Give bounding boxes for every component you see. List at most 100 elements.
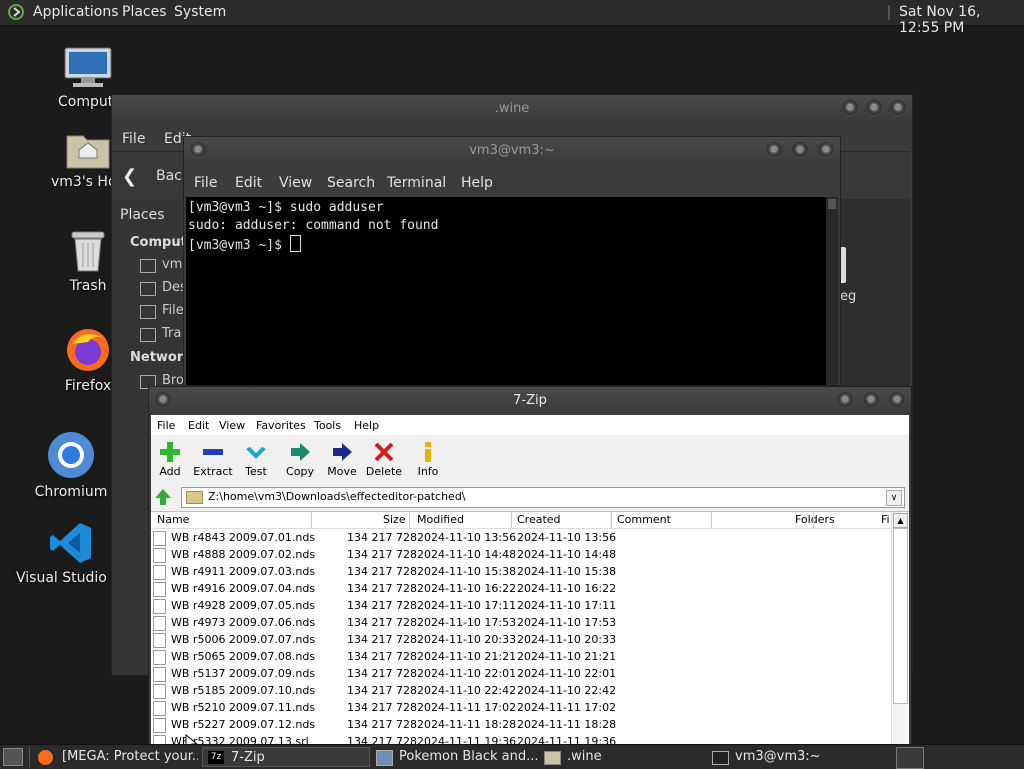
table-row[interactable]: WB r4916 2009.07.04.nds 134 217 728 2024-1… — [151, 580, 891, 597]
sevenzip-titlebar[interactable]: 7-Zip — [149, 387, 911, 415]
system-menu[interactable]: System — [174, 4, 226, 20]
terminal-output[interactable]: [vm3@vm3 ~]$ sudo adduser sudo: adduser:… — [186, 197, 826, 385]
task-terminal[interactable]: vm3@vm3:~ — [710, 747, 880, 767]
test-button[interactable]: Test — [231, 441, 281, 478]
chevron-down-icon[interactable]: ∨ — [886, 490, 902, 506]
places-menu[interactable]: Places — [122, 4, 167, 20]
applications-menu[interactable]: Applications — [33, 4, 119, 20]
column-name[interactable]: Name — [157, 512, 189, 528]
task-sevenzip[interactable]: 7z 7-Zip — [202, 747, 370, 767]
cell-modified: 2024-11-10 16:22 — [417, 582, 517, 595]
wine-window-titlebar[interactable]: .wine — [112, 95, 912, 123]
column-folders[interactable]: Folders — [795, 512, 835, 528]
menu-file[interactable]: File — [157, 419, 175, 432]
table-row[interactable]: WB r5210 2009.07.11.nds 134 217 728 2024-1… — [151, 699, 891, 716]
table-row[interactable]: WB r4888 2009.07.02.nds 134 217 728 2024-1… — [151, 546, 891, 563]
delete-button[interactable]: Delete — [359, 441, 409, 478]
terminal-scrollbar[interactable] — [826, 197, 838, 385]
maximize-button[interactable] — [863, 392, 879, 408]
menu-terminal[interactable]: Terminal — [387, 175, 446, 191]
menu-edit[interactable]: Edit — [188, 419, 209, 432]
menu-tools[interactable]: Tools — [314, 419, 341, 432]
table-row[interactable]: WB r5006 2009.07.07.nds 134 217 728 2024-1… — [151, 631, 891, 648]
file-item-label[interactable]: eg — [840, 289, 856, 304]
path-text[interactable]: Z:\home\vm3\Downloads\effecteditor-patch… — [208, 490, 466, 503]
cell-size: 134 217 728 — [347, 650, 417, 663]
task-label: .wine — [567, 749, 602, 764]
menu-view[interactable]: View — [279, 175, 312, 191]
up-folder-icon[interactable] — [153, 487, 173, 507]
clock[interactable]: Sat Nov 16, 12:55 PM — [899, 4, 1024, 36]
sidebar-item-trash[interactable]: Tra — [162, 326, 181, 341]
menu-file[interactable]: File — [122, 131, 145, 147]
scroll-up-arrow-icon[interactable]: ▲ — [893, 513, 908, 528]
cell-name: WB r4843 2009.07.01.nds — [171, 531, 316, 544]
minimize-button[interactable] — [842, 100, 858, 116]
vertical-scrollbar[interactable]: ▲ — [891, 512, 908, 746]
task-wine-folder[interactable]: .wine — [542, 747, 706, 767]
menu-view[interactable]: View — [219, 419, 245, 432]
menu-favorites[interactable]: Favorites — [256, 419, 306, 432]
desktop-icon-vscode[interactable]: Visual Studio Co — [16, 520, 130, 586]
column-files[interactable]: Fi — [881, 512, 890, 528]
column-divider[interactable] — [711, 512, 712, 528]
column-divider[interactable] — [409, 512, 410, 528]
table-row[interactable]: WB r5227 2009.07.12.nds 134 217 728 2024-1… — [151, 716, 891, 733]
window-menu-button[interactable] — [190, 142, 206, 158]
sevenzip-window[interactable]: 7-Zip File Edit View Favorites Tools Hel… — [148, 386, 912, 746]
menu-edit[interactable]: Edit — [235, 175, 262, 191]
menu-help[interactable]: Help — [461, 175, 493, 191]
table-row[interactable]: WB r5065 2009.07.08.nds 134 217 728 2024-1… — [151, 648, 891, 665]
maximize-button[interactable] — [866, 100, 882, 116]
scroll-thumb[interactable] — [893, 528, 908, 704]
scroll-up-arrow-icon[interactable] — [828, 199, 836, 209]
sidebar-item-filesystem[interactable]: File — [162, 303, 184, 318]
column-created[interactable]: Created — [517, 512, 561, 528]
column-comment[interactable]: Comment — [617, 512, 671, 528]
column-divider[interactable] — [311, 512, 312, 528]
column-size[interactable]: Size — [383, 512, 406, 528]
column-modified[interactable]: Modified — [417, 512, 464, 528]
distro-logo-icon[interactable] — [8, 4, 24, 20]
places-selector[interactable]: Places — [120, 207, 165, 223]
close-button[interactable] — [889, 392, 905, 408]
back-arrow-icon[interactable]: ❮ — [122, 166, 137, 187]
sevenzip-icon: 7z — [208, 751, 224, 764]
table-row[interactable]: WB r4973 2009.07.06.nds 134 217 728 2024-1… — [151, 614, 891, 631]
task-label: 7-Zip — [231, 750, 265, 765]
close-button[interactable] — [818, 142, 834, 158]
column-divider[interactable] — [611, 512, 612, 528]
table-row[interactable]: WB r5185 2009.07.10.nds 134 217 728 2024-1… — [151, 682, 891, 699]
cell-created: 2024-11-10 14:48 — [517, 548, 617, 561]
cell-name: WB r4916 2009.07.04.nds — [171, 582, 316, 595]
terminal-line: sudo: adduser: command not found — [188, 218, 439, 233]
terminal-titlebar[interactable]: vm3@vm3:~ — [184, 137, 840, 165]
close-button[interactable] — [890, 100, 906, 116]
window-menu-button[interactable] — [155, 392, 171, 408]
cell-created: 2024-11-10 22:01 — [517, 667, 617, 680]
minimize-button[interactable] — [766, 142, 782, 158]
show-desktop-icon[interactable] — [3, 748, 23, 766]
minimize-button[interactable] — [837, 392, 853, 408]
maximize-button[interactable] — [792, 142, 808, 158]
table-row[interactable]: WB r5137 2009.07.09.nds 134 217 728 2024-1… — [151, 665, 891, 682]
table-row[interactable]: WB r4911 2009.07.03.nds 134 217 728 2024-1… — [151, 563, 891, 580]
file-list[interactable]: Name Size Modified Created Comment Folde… — [151, 511, 909, 746]
table-row[interactable]: WB r4843 2009.07.01.nds 134 217 728 2024-1… — [151, 529, 891, 546]
top-panel: Applications Places System Sat Nov 16, 1… — [0, 0, 1024, 36]
menu-file[interactable]: File — [194, 175, 217, 191]
cell-created: 2024-11-11 17:02 — [517, 701, 617, 714]
table-row[interactable]: WB r4928 2009.07.05.nds 134 217 728 2024-1… — [151, 597, 891, 614]
desktop-icon-chromium[interactable]: Chromium — [16, 430, 126, 500]
column-divider[interactable] — [813, 512, 814, 528]
path-combobox[interactable]: Z:\home\vm3\Downloads\effecteditor-patch… — [181, 487, 905, 508]
terminal-window[interactable]: vm3@vm3:~ File Edit View Search Terminal… — [183, 136, 841, 386]
task-mega-firefox[interactable]: [MEGA: Protect your... — [38, 747, 198, 767]
task-pokemon[interactable]: Pokemon Black and... — [374, 747, 538, 767]
menu-help[interactable]: Help — [354, 419, 379, 432]
column-divider[interactable] — [511, 512, 512, 528]
workspace-switcher[interactable] — [896, 747, 924, 769]
cell-modified: 2024-11-10 21:21 — [417, 650, 517, 663]
info-button[interactable]: Info — [403, 441, 453, 478]
menu-search[interactable]: Search — [327, 175, 375, 191]
